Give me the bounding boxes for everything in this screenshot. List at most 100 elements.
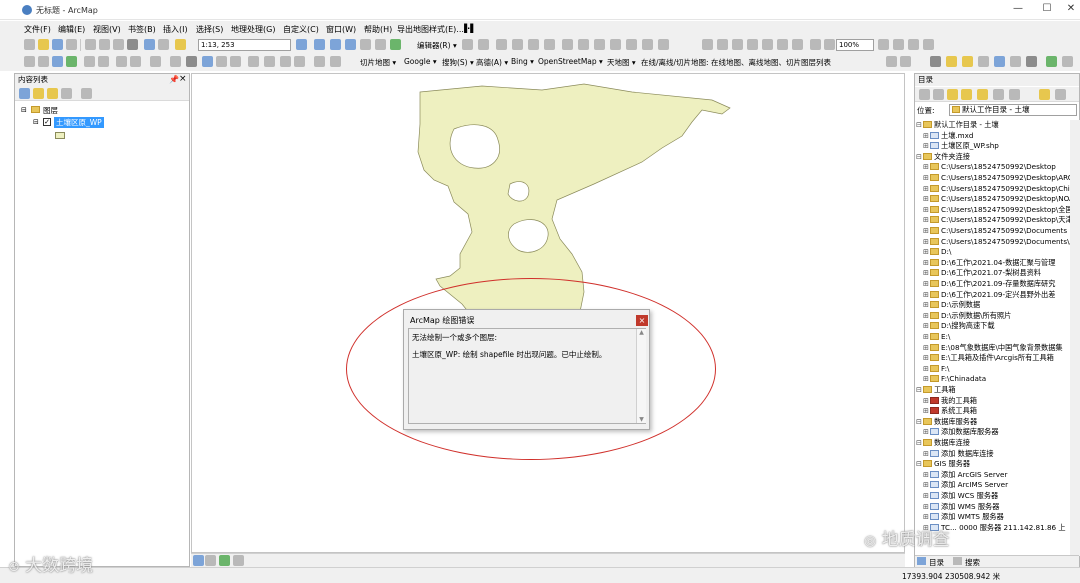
tree-expander-icon[interactable]: ⊞ <box>923 353 929 364</box>
tree-expander-icon[interactable]: ⊞ <box>923 406 929 417</box>
model-builder-icon[interactable] <box>390 39 401 50</box>
layer-visibility-checkbox[interactable]: ✓ <box>43 118 51 126</box>
time-slider-icon[interactable] <box>314 56 325 67</box>
tree-expander-icon[interactable]: ⊞ <box>923 226 929 237</box>
catalog-tree-item[interactable]: ⊞ C:\Users\18524750992\Desktop\全国 <box>923 205 1070 216</box>
sketch-properties-icon[interactable] <box>658 39 669 50</box>
layout-fixed-zoom-icon[interactable] <box>792 39 803 50</box>
catalog-tree-item[interactable]: ⊞ 添加 WCS 服务器 <box>923 491 998 502</box>
tree-expander-icon[interactable]: ⊞ <box>923 364 929 375</box>
tree-expander-icon[interactable]: ⊞ <box>923 374 929 385</box>
menu-customize[interactable]: 自定义(C) <box>283 24 319 35</box>
tree-expander-icon[interactable]: ⊞ <box>923 162 929 173</box>
edit-annotation-icon[interactable] <box>478 39 489 50</box>
select-elements-icon[interactable] <box>186 56 197 67</box>
tree-expander-icon[interactable]: ⊞ <box>923 268 929 279</box>
catalog-tree-item[interactable]: ⊞ C:\Users\18524750992\Documents\Ar <box>923 237 1070 248</box>
rotate-icon[interactable] <box>626 39 637 50</box>
clear-selection-icon[interactable] <box>170 56 181 67</box>
tree-expander-icon[interactable]: ⊞ <box>923 173 929 184</box>
refresh-view-icon[interactable] <box>219 555 230 566</box>
edit-tool-icon[interactable] <box>462 39 473 50</box>
zoom-whole-page-icon[interactable] <box>762 39 773 50</box>
cut-icon[interactable] <box>85 39 96 50</box>
catalog-tree-item[interactable]: ⊞ C:\Users\18524750992\Desktop\ARCE <box>923 173 1070 184</box>
catalog-tree-item[interactable]: ⊞ 土壤区原_WP.shp <box>923 141 999 152</box>
menu-view[interactable]: 视图(V) <box>93 24 121 35</box>
tree-expander-icon[interactable]: ⊞ <box>923 184 929 195</box>
tree-expander-icon[interactable]: ⊞ <box>923 512 929 523</box>
catalog-window-icon[interactable] <box>330 39 341 50</box>
tree-expander-icon[interactable]: ⊞ <box>923 502 929 513</box>
toggle-contents-icon[interactable] <box>993 89 1004 100</box>
measure-icon[interactable] <box>248 56 259 67</box>
tree-expander-icon[interactable]: ⊞ <box>923 279 929 290</box>
layout-prev-extent-icon[interactable] <box>810 39 821 50</box>
catalog-tree-item[interactable]: ⊞ E:\工具箱及插件\Arcgis所有工具箱 <box>923 353 1054 364</box>
find-route-icon[interactable] <box>280 56 291 67</box>
draw-line-icon[interactable] <box>886 56 897 67</box>
catalog-tree-item[interactable]: ⊞ C:\Users\18524750992\Desktop\China <box>923 184 1070 195</box>
openstreetmap-menu[interactable]: OpenStreetMap ▾ <box>538 57 603 66</box>
tree-expander-icon[interactable]: ⊞ <box>923 247 929 258</box>
catalog-tree-item[interactable]: ⊞ C:\Users\18524750992\Desktop\NOAT <box>923 194 1070 205</box>
tree-expander-icon[interactable]: ⊞ <box>923 215 929 226</box>
menu-geoprocessing[interactable]: 地理处理(G) <box>231 24 275 35</box>
search-window-icon[interactable] <box>345 39 356 50</box>
layout-pan-icon[interactable] <box>747 39 758 50</box>
go-forward-extent-icon[interactable] <box>130 56 141 67</box>
location-input[interactable]: 默认工作目录 - 土壤 <box>949 104 1077 116</box>
layer-name[interactable]: 土壤区原_WP <box>54 117 104 128</box>
tree-expander-icon[interactable]: ⊞ <box>923 449 929 460</box>
catalog-tree-item[interactable]: ⊞ D:\ <box>923 247 951 258</box>
editor-toolbar-icon[interactable] <box>296 39 307 50</box>
menu-bookmarks[interactable]: 书签(B) <box>128 24 156 35</box>
tree-expander-icon[interactable]: ⊞ <box>923 194 929 205</box>
catalog-tree-item[interactable]: ⊞ 系统工具箱 <box>923 406 977 417</box>
minimize-button[interactable]: — <box>1011 3 1025 15</box>
close-button[interactable]: ✕ <box>1064 3 1078 15</box>
bing-menu[interactable]: Bing ▾ <box>511 57 534 66</box>
catalog-tree-item[interactable]: ⊞ F:\ <box>923 364 949 375</box>
gaode-menu[interactable]: 高德(A) ▾ <box>476 57 508 68</box>
menu-edit[interactable]: 编辑(E) <box>58 24 85 35</box>
arctoolbox-icon[interactable] <box>360 39 371 50</box>
hyperlink-icon[interactable] <box>216 56 227 67</box>
go-to-xy-icon[interactable] <box>294 56 305 67</box>
copy-icon[interactable] <box>99 39 110 50</box>
menu-file[interactable]: 文件(F) <box>24 24 51 35</box>
tree-expander-icon[interactable]: ⊞ <box>923 141 929 152</box>
tree-expander-icon[interactable]: ⊞ <box>923 237 929 248</box>
back-arrow-icon[interactable] <box>919 89 930 100</box>
tree-expander-icon[interactable]: ⊞ <box>923 480 929 491</box>
connect-folder-icon[interactable] <box>977 89 988 100</box>
catalog-tree-item[interactable]: ⊞ C:\Users\18524750992\Documents <box>923 226 1067 237</box>
open-icon[interactable] <box>38 39 49 50</box>
catalog-options-icon[interactable] <box>1055 89 1066 100</box>
layer-expander[interactable]: ⊟ <box>33 118 39 126</box>
catalog-tree-item[interactable]: ⊞ F:\Chinadata <box>923 374 986 385</box>
layout-zoom-in-icon[interactable] <box>717 39 728 50</box>
tree-expander-icon[interactable]: ⊞ <box>923 343 929 354</box>
new-folder-icon[interactable] <box>1039 89 1050 100</box>
list-by-drawing-order-icon[interactable] <box>19 88 30 99</box>
fixed-zoom-in-icon[interactable] <box>84 56 95 67</box>
zoom-100-icon[interactable] <box>777 39 788 50</box>
editor-menu[interactable]: 编辑器(R) ▾ <box>417 40 457 51</box>
edit-vertices-icon[interactable] <box>562 39 573 50</box>
redo-icon[interactable] <box>158 39 169 50</box>
cut-polygons-icon[interactable] <box>594 39 605 50</box>
catalog-tree-item[interactable]: ⊞ 添加 ArcIMS Server <box>923 480 1008 491</box>
toggle-draft-icon[interactable] <box>878 39 889 50</box>
layout-select-icon[interactable] <box>702 39 713 50</box>
tree-expander-icon[interactable]: ⊞ <box>923 311 929 322</box>
catalog-icon[interactable] <box>994 56 1005 67</box>
catalog-tree-item[interactable]: ⊞ D:\6工作\2021.09-存量数据库研究 <box>923 279 1055 290</box>
catalog-tree-item[interactable]: ⊞ 添加 数据库连接 <box>923 449 994 460</box>
view-options-icon[interactable] <box>1009 89 1020 100</box>
pause-drawing-icon[interactable] <box>233 555 244 566</box>
tree-expander-icon[interactable]: ⊞ <box>923 470 929 481</box>
catalog-tree-item[interactable]: ⊟ 数据库连接 <box>916 438 970 449</box>
data-view-icon[interactable] <box>193 555 204 566</box>
point-icon[interactable] <box>544 39 555 50</box>
